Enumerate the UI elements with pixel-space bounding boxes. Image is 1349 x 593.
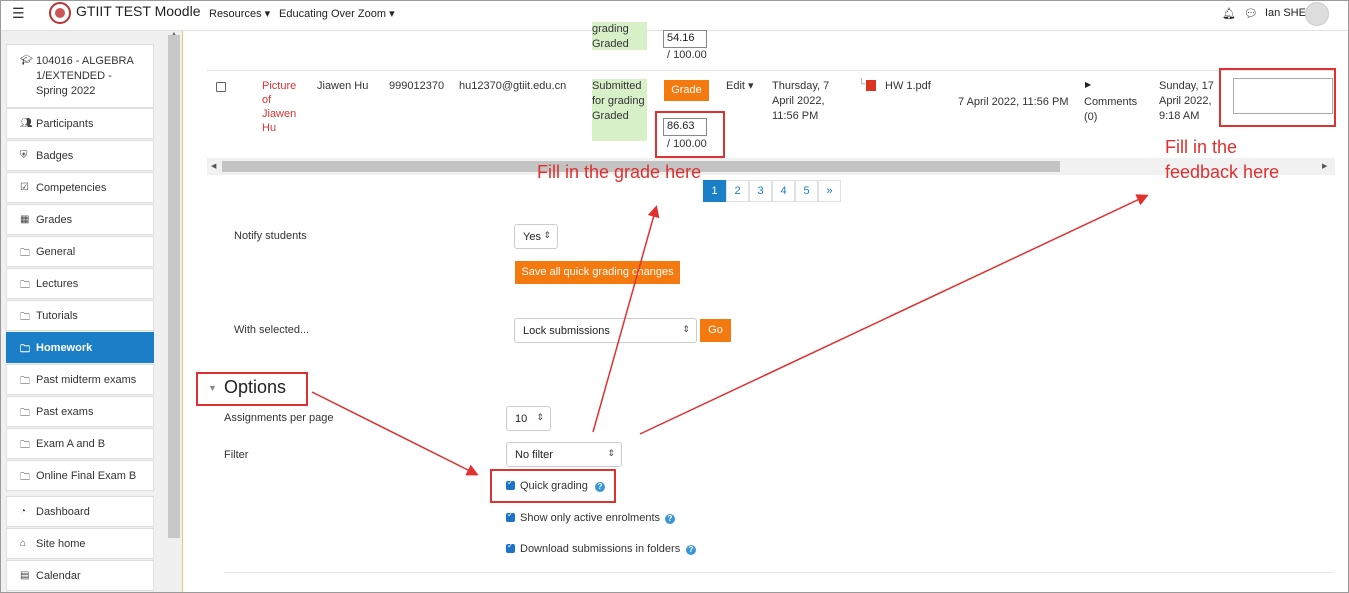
window-frame	[0, 0, 1349, 593]
